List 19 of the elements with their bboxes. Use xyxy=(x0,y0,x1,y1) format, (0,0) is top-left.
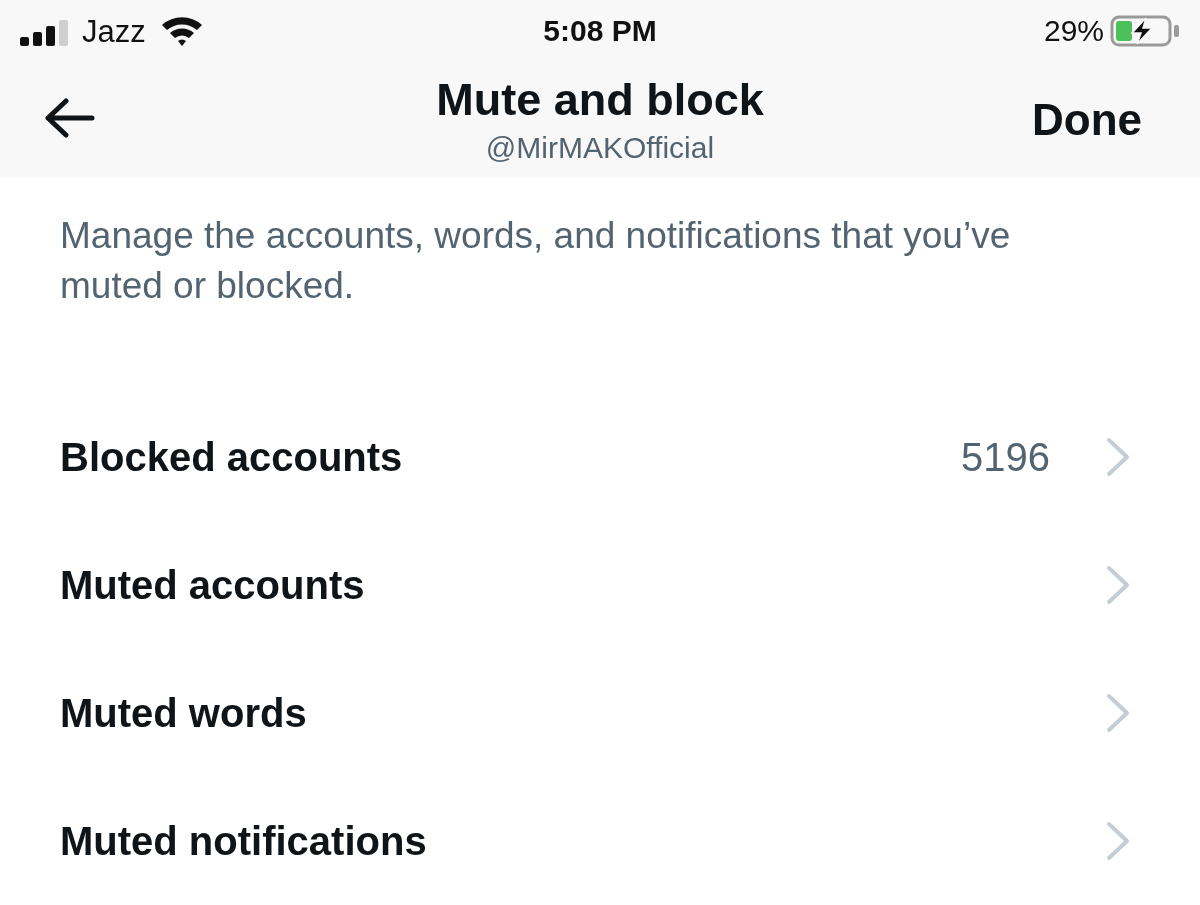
chevron-right-icon xyxy=(1106,693,1130,733)
chevron-right-icon xyxy=(1106,437,1130,477)
list-item-label[interactable]: Muted words xyxy=(60,689,307,737)
description-text: Manage the accounts, words, and notifications that you’ve muted or blocked. xyxy=(60,214,1012,308)
list-item-label[interactable]: Blocked accounts xyxy=(60,433,403,481)
done-button[interactable]: Done xyxy=(1032,94,1142,146)
chevron-right-icon xyxy=(1106,821,1130,861)
carrier-name: Jazz xyxy=(82,15,146,47)
page-title: Mute and block xyxy=(436,73,764,127)
list-item-label[interactable]: Muted accounts xyxy=(60,561,365,609)
back-arrow-icon[interactable] xyxy=(44,98,96,138)
list-item-label[interactable]: Muted notifications xyxy=(60,817,427,865)
account-handle: @MirMAKOfficial xyxy=(485,130,715,166)
status-time: 5:08 PM xyxy=(543,16,657,46)
chevron-right-icon xyxy=(1106,565,1130,605)
battery-charging-icon xyxy=(1110,14,1180,48)
count-text: 5196 xyxy=(961,434,1050,481)
signal-icon xyxy=(20,20,68,46)
battery-percentage: 29% xyxy=(1043,16,1104,46)
